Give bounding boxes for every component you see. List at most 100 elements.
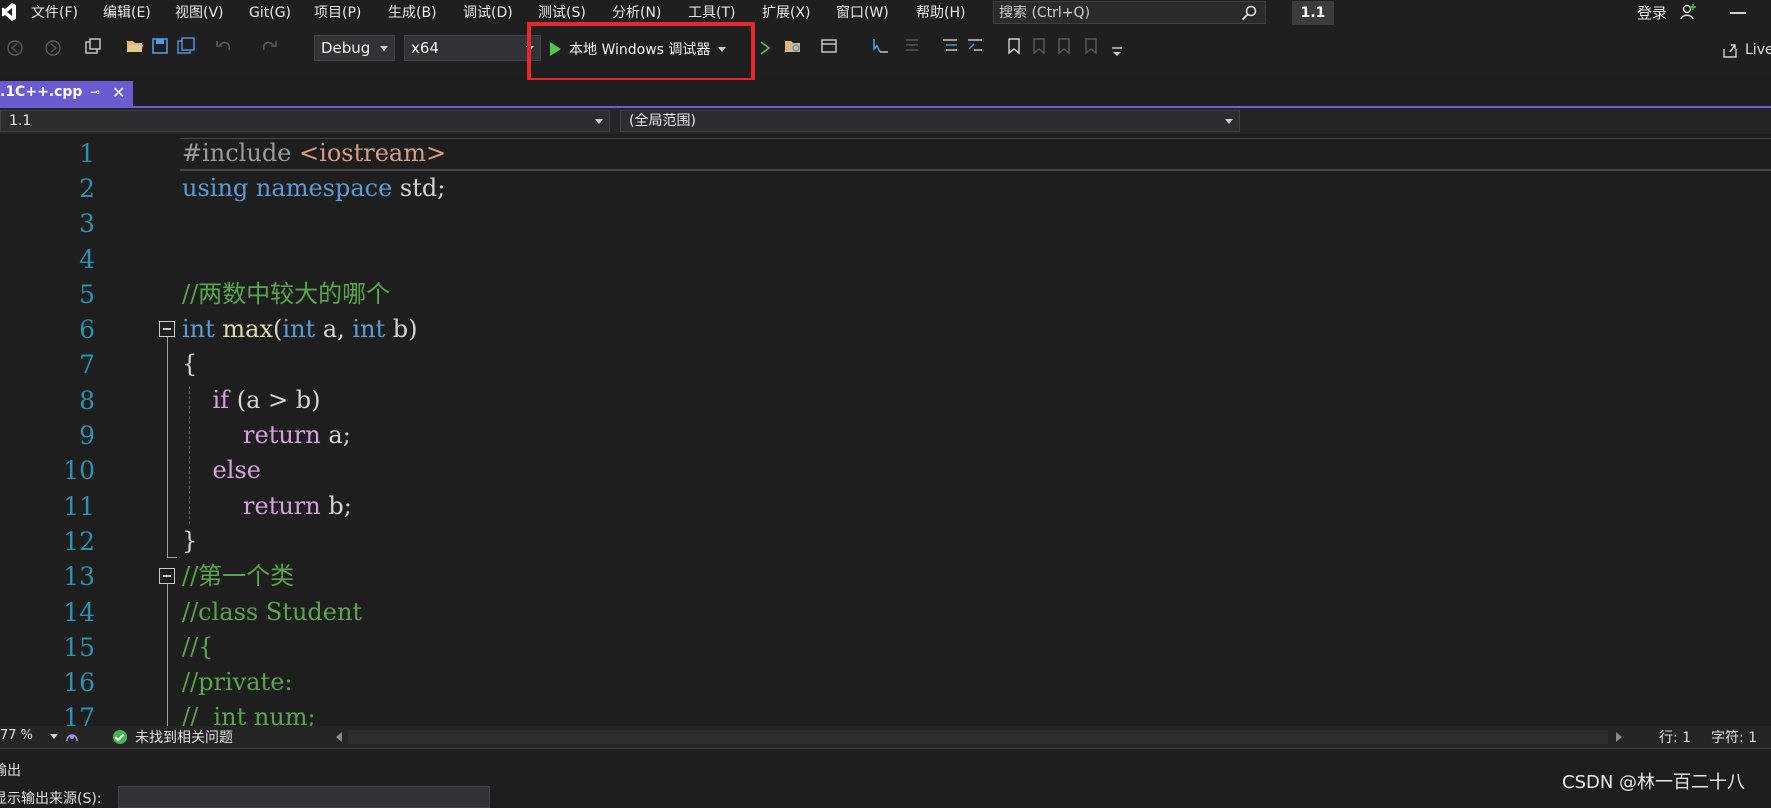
configuration-dropdown[interactable]: Debug [314,35,395,61]
collapse-block-icon[interactable] [159,568,175,584]
line-number: 17 [63,703,95,726]
pin-icon[interactable]: ⊸ [90,85,100,99]
menu-build[interactable]: 生成(B) [388,3,437,23]
chevron-down-icon [595,119,603,124]
menu-help[interactable]: 帮助(H) [916,3,965,23]
check-circle-icon [113,730,127,744]
line-number: 13 [63,562,95,591]
zoom-level-dropdown[interactable]: 77 % [0,728,33,743]
start-debugging-button[interactable]: 本地 Windows 调试器 [550,39,727,59]
menu-test[interactable]: 测试(S) [538,3,586,23]
solution-explorer-icon[interactable] [784,37,802,55]
toolbar: Debug x64 [0,26,1771,74]
menu-bar: 文件(F) 编辑(E) 视图(V) Git(G) 项目(P) 生成(B) 调试(… [0,0,1771,26]
line-number: 5 [79,280,95,309]
output-source-dropdown[interactable] [118,786,490,808]
output-source-label: 显示输出来源(S): [0,791,102,807]
menu-edit[interactable]: 编辑(E) [103,3,151,23]
undo-icon[interactable] [215,37,233,55]
code-line: //private: [182,668,293,696]
code-line: using namespace std; [182,174,446,202]
step-into-icon[interactable] [871,37,889,55]
code-line: else [212,456,261,484]
code-line: if (a > b) [212,386,321,414]
scope-dropdown[interactable]: (全局范围) [620,110,1240,132]
search-input[interactable]: 搜索 (Ctrl+Q) [993,1,1266,24]
scroll-left-icon[interactable] [336,732,342,742]
project-dropdown[interactable]: 1.1 [0,110,610,132]
live-share-label[interactable]: Live [1745,42,1771,58]
collapse-block-icon[interactable] [159,321,175,337]
close-icon[interactable]: ✕ [112,81,125,105]
chevron-down-icon[interactable] [50,734,58,739]
menu-window[interactable]: 窗口(W) [836,3,889,23]
code-line: // int num; [182,703,316,726]
toolbar-overflow-icon[interactable] [1108,44,1126,62]
watermark-text: CSDN @林一百二十八 [1562,772,1746,793]
menu-file[interactable]: 文件(F) [31,3,78,23]
line-number: 2 [79,174,95,203]
solution-name-badge[interactable]: 1.1 [1292,1,1334,25]
bookmark-icon[interactable] [1005,37,1023,55]
tab-file-name: .1C++.cpp [0,84,83,100]
horizontal-scrollbar[interactable] [348,730,1608,744]
line-number: 6 [79,315,95,344]
code-line: return a; [243,421,351,449]
code-line: } [182,527,198,555]
navigate-back-icon[interactable] [6,39,24,57]
play-icon [550,42,561,56]
open-folder-icon[interactable] [126,37,144,55]
line-position[interactable]: 行: 1 [1659,727,1691,747]
uncomment-lines-icon[interactable] [966,37,984,55]
minimize-window-button[interactable] [1730,12,1746,14]
scope-value: (全局范围) [629,113,696,129]
issues-label: 未找到相关问题 [135,730,233,746]
chevron-down-icon[interactable] [718,46,727,52]
output-panel-title[interactable]: 输出 [0,760,21,780]
menu-debug[interactable]: 调试(D) [463,3,513,23]
save-all-icon[interactable] [177,37,195,55]
window-layout-icon[interactable] [820,37,838,55]
menu-view[interactable]: 视图(V) [175,3,224,23]
login-link[interactable]: 登录 [1637,3,1667,23]
outline-end [167,557,177,558]
code-line: int max(int a, int b) [182,315,418,343]
configuration-value: Debug [321,39,371,57]
redo-icon[interactable] [260,37,278,55]
char-position[interactable]: 字符: 1 [1711,727,1757,747]
line-number: 7 [79,350,95,379]
issues-indicator[interactable]: 未找到相关问题 [113,727,233,747]
clear-bookmarks-icon[interactable] [1082,37,1100,55]
platform-value: x64 [411,39,439,57]
breakpoint-list-icon[interactable] [903,37,921,55]
tab-1c-cpp[interactable]: .1C++.cpp ⊸ ✕ [0,81,133,106]
scroll-right-icon[interactable] [1616,732,1622,742]
menu-git[interactable]: Git(G) [249,3,291,23]
line-number: 9 [79,421,95,450]
visual-studio-logo-icon[interactable] [2,3,16,21]
code-line: { [182,350,198,378]
menu-project[interactable]: 项目(P) [314,3,361,23]
user-add-icon[interactable] [1679,3,1697,21]
menu-analyze[interactable]: 分析(N) [612,3,661,23]
previous-bookmark-icon[interactable] [1030,37,1048,55]
live-share-icon[interactable] [1721,41,1739,59]
intellicode-icon[interactable] [64,728,80,744]
menu-extensions[interactable]: 扩展(X) [762,3,811,23]
chevron-down-icon [1225,119,1233,124]
platform-dropdown[interactable]: x64 [404,35,541,61]
start-debugging-label: 本地 Windows 调试器 [569,42,711,58]
new-project-icon[interactable] [84,37,102,55]
menu-tools[interactable]: 工具(T) [688,3,735,23]
next-bookmark-icon[interactable] [1055,37,1073,55]
code-line: //两数中较大的哪个 [182,280,391,308]
code-line: //class Student [182,598,363,626]
navigate-forward-icon[interactable] [44,39,62,57]
code-line: //第一个类 [182,562,295,590]
outline-line [167,584,168,726]
outline-line [167,337,168,558]
comment-lines-icon[interactable] [941,37,959,55]
save-icon[interactable] [151,37,169,55]
start-without-debugging-icon[interactable] [756,39,774,57]
chevron-down-icon [380,46,388,51]
